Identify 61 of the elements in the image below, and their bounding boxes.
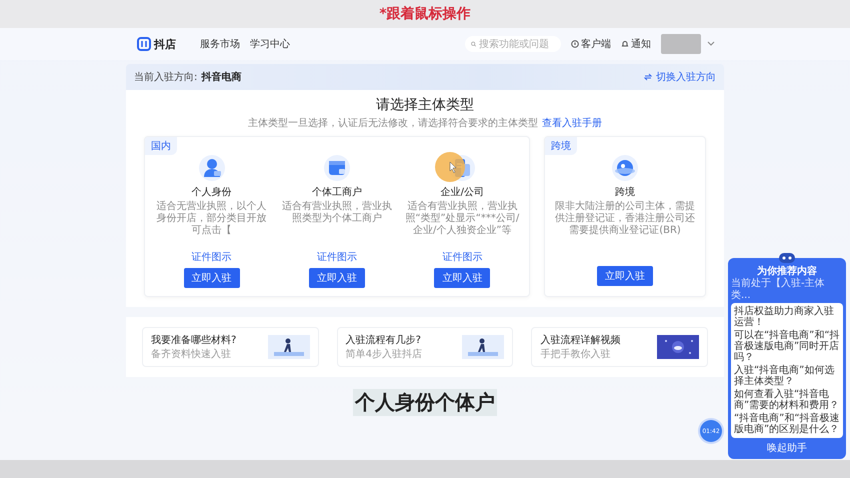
apply-button[interactable]: 立即入驻	[434, 268, 490, 288]
illustration-drawing	[462, 335, 504, 359]
help-card[interactable]: 我要准备哪些材料? 备齐资料快速入驻	[142, 327, 319, 367]
person-icon	[198, 155, 225, 181]
option-title: 个人身份	[192, 186, 232, 199]
logo-text: 抖店	[154, 36, 176, 52]
question-link[interactable]: “抖音电商”和“抖音极速版电商”的区别是什么？	[734, 413, 840, 435]
logo-icon	[137, 37, 151, 51]
switch-icon	[644, 73, 652, 81]
cursor-highlight-icon	[435, 152, 466, 182]
globe-icon	[612, 155, 638, 181]
question-link[interactable]: 抖店权益助力商家入驻运营！	[734, 306, 840, 328]
question-link[interactable]: 可以在“抖音电商”和“抖音极速版电商”同时开店吗？	[734, 330, 840, 363]
group-tag: 国内	[145, 137, 177, 155]
help-title: 入驻流程详解视频	[540, 334, 620, 347]
help-subtitle: 备齐资料快速入驻	[151, 348, 232, 361]
apply-button[interactable]: 立即入驻	[597, 266, 653, 286]
group-tag: 跨境	[545, 137, 577, 155]
help-title: 我要准备哪些材料?	[151, 334, 236, 347]
info-icon	[571, 40, 579, 48]
option-title: 企业/公司	[440, 186, 484, 199]
search-icon	[471, 40, 476, 48]
sample-link[interactable]: 证件图示	[442, 250, 482, 264]
video-caption: *跟着鼠标操作	[379, 5, 471, 23]
video-subtitle: 个人身份个体户	[353, 389, 497, 416]
guide-link[interactable]: 查看入驻手册	[542, 116, 602, 130]
bell-icon	[621, 40, 629, 48]
help-subtitle: 手把手教你入驻	[540, 348, 612, 361]
switch-direction-link[interactable]: 切换入驻方向	[656, 70, 716, 84]
option-description: 适合有营业执照，营业执照类型为个体工商户	[280, 201, 393, 226]
help-card[interactable]: 入驻流程详解视频 手把手教你入驻	[531, 327, 708, 367]
apply-button[interactable]: 立即入驻	[184, 268, 240, 288]
question-link[interactable]: 入驻“抖音电商”如何选择主体类型？	[734, 365, 840, 387]
banner-value: 抖音电商	[201, 70, 242, 84]
option-title: 个体工商户	[312, 186, 362, 199]
assistant-title: 为你推荐内容	[757, 264, 817, 278]
assistant-button[interactable]: 唤起助手	[767, 438, 807, 456]
help-card[interactable]: 入驻流程有几步? 简单4步入驻抖店	[336, 327, 514, 367]
nav-client-button[interactable]: 客户端	[571, 37, 611, 51]
help-subtitle: 简单4步入驻抖店	[346, 348, 422, 361]
option-description: 适合有营业执照，营业执照“类型”处显示“***公司/企业/个人独资企业”等	[404, 201, 520, 238]
nav-link[interactable]: 学习中心	[250, 37, 290, 51]
chevron-down-icon	[707, 41, 715, 47]
shop-icon	[324, 155, 350, 181]
option-description: 适合无营业执照，以个人身份开店，部分类目开放可点击【	[156, 201, 268, 238]
apply-button[interactable]: 立即入驻	[308, 268, 365, 288]
nav-link[interactable]: 服务市场	[200, 37, 240, 51]
sample-link[interactable]: 证件图示	[316, 250, 357, 264]
page-title: 请选择主体类型	[376, 96, 474, 114]
help-title: 入驻流程有几步?	[346, 334, 422, 347]
page-subtitle: 主体类型一旦选择，认证后无法修改，请选择符合要求的主体类型	[248, 116, 538, 130]
option-description: 限非大陆注册的公司主体，需提供注册登记证，香港注册公司还需要提供商业登记证(BR)	[554, 201, 696, 238]
illustration-drawing	[268, 335, 310, 359]
assistant-context: 当前处于【入驻-主体类...	[731, 278, 826, 301]
option-title: 跨境	[615, 186, 635, 199]
banner-label: 当前入驻方向:	[134, 70, 198, 84]
sample-link[interactable]: 证件图示	[192, 250, 232, 264]
nav-notification-button[interactable]: 通知	[621, 37, 651, 51]
robot-icon	[778, 252, 796, 264]
question-link[interactable]: 如何查看入驻“抖音电商”需要的材料和费用？	[734, 389, 840, 411]
search-field[interactable]: 搜索功能或问题	[465, 36, 561, 52]
